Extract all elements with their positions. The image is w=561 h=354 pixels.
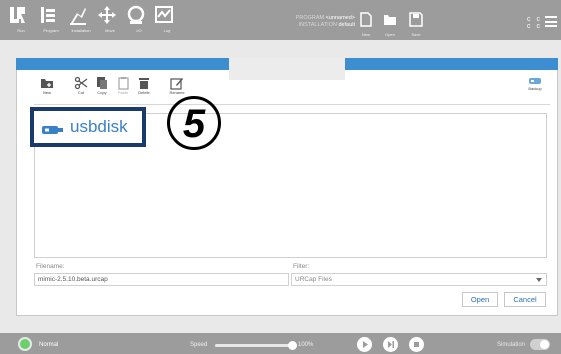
speed-slider[interactable] — [215, 344, 292, 347]
nav-installation[interactable]: Installation — [68, 4, 94, 38]
hamburger-menu-icon[interactable] — [545, 16, 557, 27]
program-icon — [41, 7, 55, 23]
open-folder-icon — [384, 15, 396, 25]
filter-label: Filter: — [293, 263, 310, 270]
usb-drive-icon — [42, 126, 63, 134]
cc-indicator: c c c c — [527, 16, 542, 30]
speed-value: 100% — [298, 342, 314, 348]
step-number-callout: 5 — [167, 96, 221, 150]
io-icon — [127, 5, 145, 24]
program-name: <unnamed> — [325, 15, 355, 21]
move-icon — [98, 6, 116, 24]
nav-move[interactable]: Move — [97, 4, 123, 38]
save-icon — [409, 12, 423, 27]
toolbar-divider — [34, 104, 550, 105]
open-program-button[interactable]: Open — [379, 12, 401, 38]
stop-icon — [414, 342, 419, 347]
new-folder-icon — [41, 79, 53, 88]
top-bar: Run Program Installation Move I/O Log PR… — [0, 0, 561, 40]
dialog-header-right — [345, 58, 558, 70]
simulation-toggle[interactable] — [530, 339, 550, 350]
filter-select[interactable]: URCap Files — [291, 273, 547, 286]
new-folder-button[interactable]: New — [36, 76, 58, 96]
save-program-button[interactable]: Save — [405, 12, 427, 38]
step-button[interactable] — [383, 337, 398, 352]
nav-io[interactable]: I/O — [126, 4, 152, 38]
speed-label: Speed — [190, 342, 208, 348]
stop-button[interactable] — [409, 337, 424, 352]
cut-icon — [74, 76, 88, 90]
backup-drive-icon — [529, 78, 541, 84]
file-item-usbdisk[interactable]: usbdisk — [30, 107, 146, 147]
nav-program[interactable]: Program — [38, 4, 64, 38]
chevron-down-icon — [536, 278, 542, 282]
robot-status-text: Normal — [39, 342, 59, 348]
robot-status-icon[interactable] — [18, 337, 32, 351]
open-button[interactable]: Open — [462, 292, 498, 307]
paste-icon — [118, 77, 129, 90]
log-icon — [155, 6, 173, 23]
copy-icon — [97, 77, 107, 89]
program-label: PROGRAM — [295, 15, 325, 21]
installation-label: INSTALLATION — [298, 22, 337, 28]
dialog-toolbar: New Cut Copy Paste Delete Rename Backup — [34, 76, 550, 102]
file-name: usbdisk — [70, 117, 128, 136]
installation-name: default — [338, 22, 355, 28]
speed-slider-handle[interactable] — [288, 341, 297, 350]
rename-button[interactable]: Rename — [166, 76, 188, 96]
dialog-header-left — [16, 58, 229, 70]
paste-button[interactable]: Paste — [112, 76, 134, 96]
simulation-label: Simulation — [497, 342, 526, 348]
filename-label: Filename: — [36, 263, 65, 270]
play-button[interactable] — [357, 337, 372, 352]
copy-button[interactable]: Copy — [91, 76, 113, 96]
cancel-button[interactable]: Cancel — [504, 292, 546, 307]
step-icon — [388, 341, 394, 348]
ur-logo-icon — [10, 7, 25, 23]
nav-log[interactable]: Log — [154, 4, 180, 38]
filter-value: URCap Files — [295, 276, 332, 283]
backup-button[interactable]: Backup — [524, 76, 546, 92]
installation-icon — [70, 8, 86, 25]
new-program-button[interactable]: New — [355, 12, 377, 38]
delete-button[interactable]: Delete — [133, 76, 155, 96]
filename-field[interactable]: mimic-2.5.10.beta.urcap — [34, 273, 289, 286]
cut-button[interactable]: Cut — [70, 76, 92, 96]
play-icon — [363, 341, 368, 348]
program-info: PROGRAM <unnamed> INSTALLATION default — [255, 15, 355, 29]
rename-icon — [170, 78, 183, 90]
delete-icon — [139, 78, 149, 89]
nav-run[interactable]: Run — [8, 4, 34, 38]
new-file-icon — [360, 12, 372, 27]
